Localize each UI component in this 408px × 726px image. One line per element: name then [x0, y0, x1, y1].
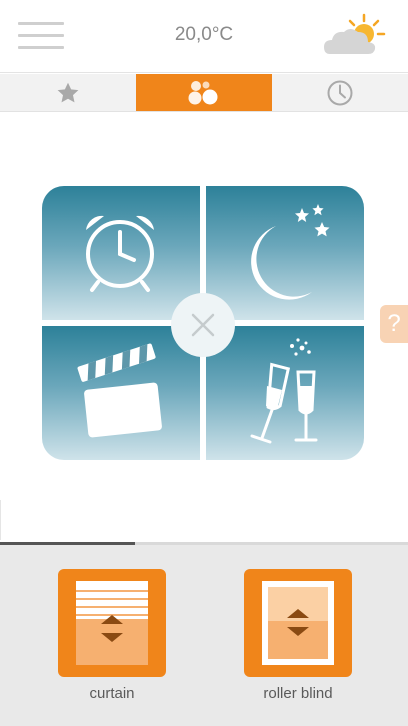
device-label-roller-blind: roller blind [263, 685, 333, 702]
tab-scenes[interactable] [136, 74, 272, 111]
hamburger-menu-icon[interactable] [18, 22, 64, 50]
scene-tile-party[interactable] [206, 326, 364, 460]
tab-bar [0, 74, 408, 112]
moon-stars-icon [251, 204, 330, 300]
roller-blind-icon [244, 569, 352, 677]
partly-sunny-icon [324, 13, 386, 54]
app-header: 20,0°C [0, 0, 408, 73]
curtain-icon [58, 569, 166, 677]
help-button[interactable]: ? [380, 305, 408, 343]
temperature-readout: 20,0°C [174, 24, 234, 45]
champagne-glasses-icon [250, 338, 318, 444]
panel-edge [0, 500, 1, 540]
clock-icon [327, 80, 353, 105]
clapperboard-icon [77, 343, 162, 438]
close-scene-button[interactable] [171, 293, 235, 357]
tab-favorites[interactable] [0, 74, 136, 111]
scenes-icon [188, 80, 218, 104]
tab-timer[interactable] [272, 74, 408, 111]
device-panel: curtain roller blind [0, 545, 408, 726]
device-roller-blind[interactable]: roller blind [238, 569, 358, 702]
scene-tile-night[interactable] [206, 186, 364, 320]
close-icon [191, 313, 215, 337]
scene-tile-wake-up[interactable] [42, 186, 200, 320]
device-curtain[interactable]: curtain [52, 569, 172, 702]
scene-tile-movie[interactable] [42, 326, 200, 460]
device-label-curtain: curtain [89, 685, 135, 702]
star-icon [57, 82, 79, 102]
alarm-clock-icon [86, 215, 154, 292]
